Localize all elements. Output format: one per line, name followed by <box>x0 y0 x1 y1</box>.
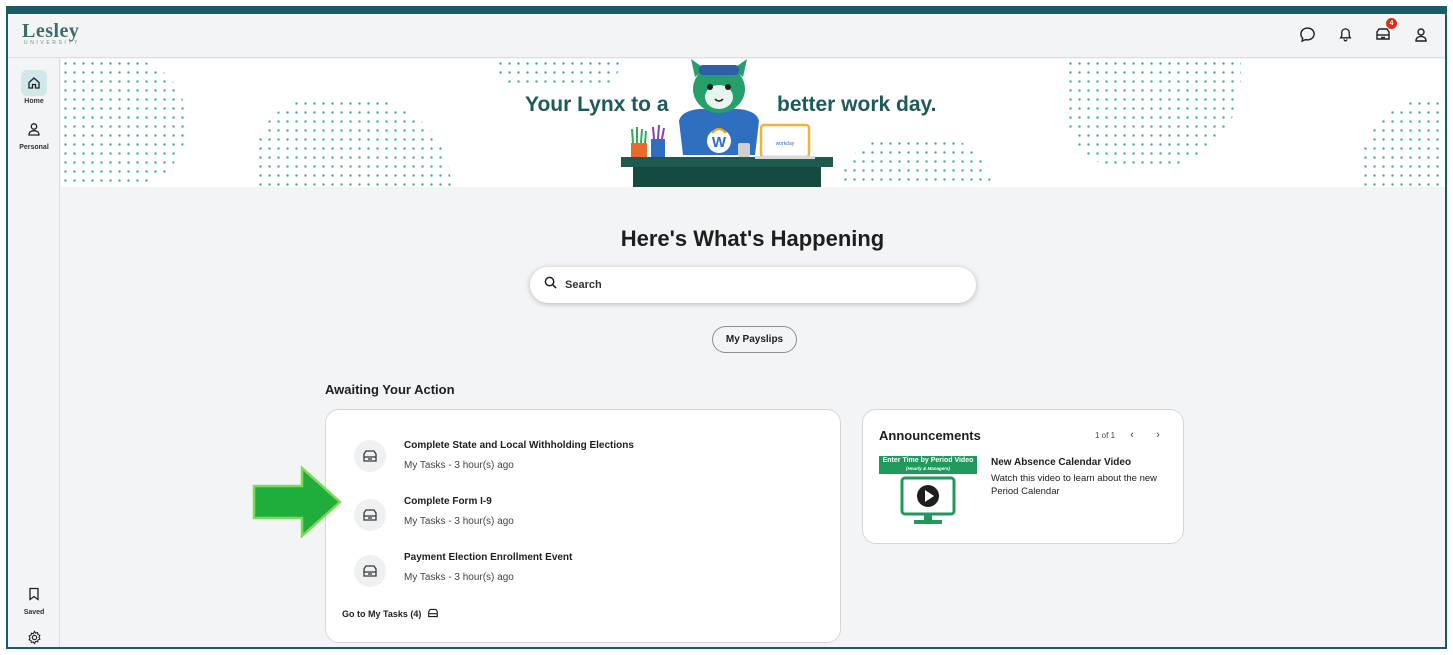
inbox-icon <box>354 555 386 587</box>
profile-icon[interactable] <box>1411 24 1431 44</box>
task-item[interactable]: Payment Election Enrollment Event My Tas… <box>354 552 824 596</box>
task-title[interactable]: Complete Form I-9 <box>404 496 492 507</box>
play-icon <box>900 476 956 524</box>
sidebar-item-home[interactable]: Home <box>8 70 60 105</box>
person-icon <box>21 116 47 142</box>
logo-text: Lesley <box>22 20 80 42</box>
dot-pattern <box>61 59 186 187</box>
sidebar-item-settings[interactable] <box>8 624 60 647</box>
gear-icon <box>21 624 47 647</box>
dot-pattern <box>841 139 991 187</box>
dot-pattern <box>496 59 621 89</box>
announcements-title: Announcements <box>879 428 981 443</box>
task-item[interactable]: Complete State and Local Withholding Ele… <box>354 440 824 484</box>
announcement-title[interactable]: New Absence Calendar Video <box>991 457 1131 468</box>
svg-text:workday: workday <box>776 141 795 147</box>
notification-badge: 4 <box>1386 18 1397 29</box>
sidebar-item-personal[interactable]: Personal <box>8 116 60 151</box>
chevron-right-icon[interactable]: › <box>1151 428 1165 442</box>
thumbnail-subtitle: (Hourly & Managers) <box>905 466 950 471</box>
chat-icon[interactable] <box>1297 24 1317 44</box>
task-meta: My Tasks - 3 hour(s) ago <box>404 516 514 527</box>
bookmark-icon <box>21 581 47 607</box>
sidebar-item-label: Home <box>24 98 44 105</box>
top-bar: Lesley UNIVERSITY 4 <box>8 14 1445 58</box>
chevron-left-icon[interactable]: ‹ <box>1125 428 1139 442</box>
task-meta: My Tasks - 3 hour(s) ago <box>404 572 514 583</box>
thumbnail-banner: Enter Time by Period Video (Hourly & Man… <box>879 456 977 474</box>
task-meta: My Tasks - 3 hour(s) ago <box>404 460 514 471</box>
svg-text:W: W <box>712 134 727 151</box>
announcement-description: Watch this video to learn about the new … <box>991 473 1157 497</box>
goto-label: Go to My Tasks (4) <box>342 609 422 619</box>
video-thumbnail[interactable]: Enter Time by Period Video (Hourly & Man… <box>879 456 977 526</box>
announcements-pager: 1 of 1 <box>1095 431 1116 440</box>
inbox-icon <box>354 499 386 531</box>
lesley-logo[interactable]: Lesley UNIVERSITY <box>22 20 80 46</box>
search-icon <box>544 276 557 294</box>
pointer-arrow-icon <box>252 466 342 538</box>
inbox-icon[interactable]: 4 <box>1373 18 1397 44</box>
top-icons: 4 <box>1297 18 1431 44</box>
home-icon <box>21 70 47 96</box>
task-item[interactable]: Complete Form I-9 My Tasks - 3 hour(s) a… <box>354 496 824 540</box>
dot-pattern <box>1361 99 1445 187</box>
side-nav: Home Personal Saved <box>8 58 60 647</box>
thumbnail-title: Enter Time by Period Video <box>882 457 974 464</box>
sidebar-item-label: Saved <box>23 609 45 616</box>
dot-pattern <box>1066 59 1241 169</box>
search-input[interactable] <box>565 279 945 291</box>
awaiting-action-card: Complete State and Local Withholding Ele… <box>325 409 841 643</box>
task-title[interactable]: Complete State and Local Withholding Ele… <box>404 440 634 451</box>
lynx-mascot-illustration: W workday <box>621 59 833 187</box>
inbox-icon <box>354 440 386 472</box>
app-window: Lesley UNIVERSITY 4 Home Personal Saved … <box>6 6 1447 649</box>
task-title[interactable]: Payment Election Enrollment Event <box>404 552 572 563</box>
announcements-card: Announcements 1 of 1 ‹ › Enter Time by P… <box>862 409 1184 544</box>
dot-pattern <box>256 99 451 187</box>
my-payslips-button[interactable]: My Payslips <box>712 326 797 353</box>
search-bar[interactable] <box>530 267 976 303</box>
logo-subtext: UNIVERSITY <box>24 40 81 46</box>
sidebar-item-label: Personal <box>19 144 49 151</box>
inbox-icon <box>427 608 439 620</box>
sidebar-item-saved[interactable]: Saved <box>8 581 60 616</box>
go-to-my-tasks-link[interactable]: Go to My Tasks (4) <box>342 608 439 620</box>
awaiting-action-title: Awaiting Your Action <box>325 382 455 397</box>
bell-icon[interactable] <box>1335 24 1355 44</box>
hero-banner: Your Lynx to a better work day. W workda… <box>61 59 1445 187</box>
page-heading: Here's What's Happening <box>620 226 885 251</box>
